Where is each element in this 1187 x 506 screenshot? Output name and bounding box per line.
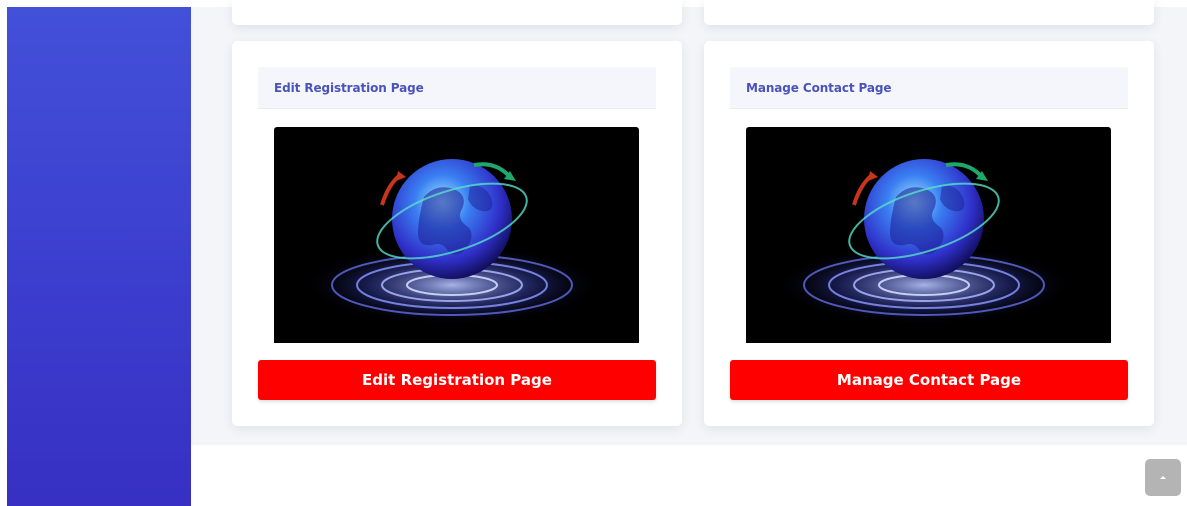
card-partial-top-right — [704, 0, 1154, 25]
card-header: Edit Registration Page — [258, 67, 656, 109]
globe-image — [746, 127, 1111, 343]
main-content: Edit Registration Page Edit Registration… — [191, 0, 1187, 445]
card-header: Manage Contact Page — [730, 67, 1128, 109]
card-edit-registration: Edit Registration Page Edit Registration… — [232, 41, 682, 426]
manage-contact-page-button[interactable]: Manage Contact Page — [730, 360, 1128, 400]
globe-image — [274, 127, 639, 343]
card-partial-top-left — [232, 0, 682, 25]
edit-registration-page-button[interactable]: Edit Registration Page — [258, 360, 656, 400]
sidebar — [7, 7, 191, 506]
chevron-up-icon — [1160, 476, 1166, 479]
card-manage-contact: Manage Contact Page Manage Contact Page — [704, 41, 1154, 426]
scroll-to-top-button[interactable] — [1145, 459, 1181, 496]
card-header-title: Edit Registration Page — [274, 81, 424, 95]
card-header-title: Manage Contact Page — [746, 81, 892, 95]
